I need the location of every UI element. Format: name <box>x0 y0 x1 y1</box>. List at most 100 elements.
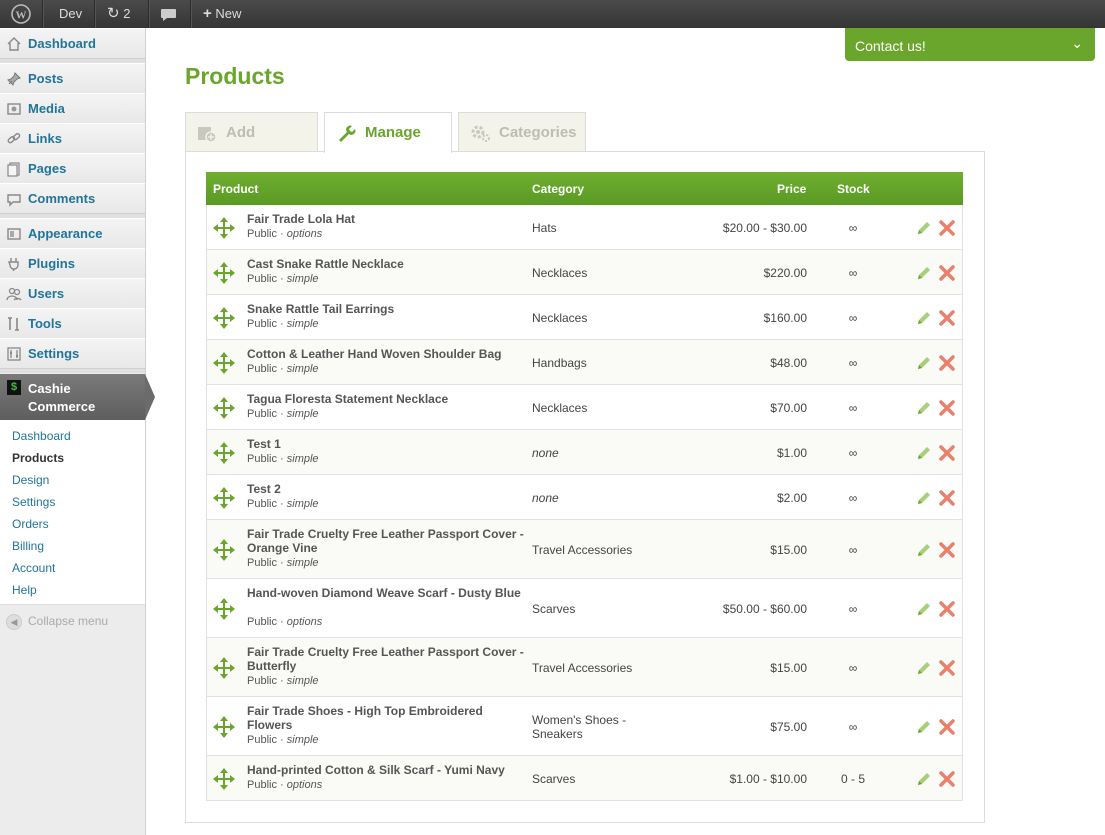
delete-x-icon[interactable] <box>938 309 956 327</box>
table-row[interactable]: Snake Rattle Tail Earrings Public · simpl… <box>206 295 963 340</box>
menu-item-links[interactable]: Links <box>0 123 145 154</box>
submenu-design[interactable]: Design <box>12 473 49 487</box>
move-arrows-icon[interactable] <box>211 485 237 511</box>
menu-item-plugins[interactable]: Plugins <box>0 248 145 279</box>
product-name[interactable]: Fair Trade Cruelty Free Leather Passport… <box>247 527 527 555</box>
collapse-menu-button[interactable]: ◀ Collapse menu <box>6 614 108 630</box>
product-type: simple <box>286 363 319 375</box>
product-name[interactable]: Cast Snake Rattle Necklace <box>247 257 527 271</box>
delete-x-icon[interactable] <box>938 354 956 372</box>
product-price: $15.00 <box>770 543 807 557</box>
move-arrows-icon[interactable] <box>211 350 237 376</box>
product-name[interactable]: Tagua Floresta Statement Necklace <box>247 392 527 406</box>
move-arrows-icon[interactable] <box>211 260 237 286</box>
product-name[interactable]: Fair Trade Lola Hat <box>247 212 527 226</box>
menu-item-pages[interactable]: Pages <box>0 153 145 184</box>
delete-x-icon[interactable] <box>938 718 956 736</box>
move-arrows-icon[interactable] <box>211 537 237 563</box>
move-arrows-icon[interactable] <box>211 655 237 681</box>
submenu-billing[interactable]: Billing <box>12 539 44 553</box>
move-arrows-icon[interactable] <box>211 215 237 241</box>
table-row[interactable]: Tagua Floresta Statement Necklace Public … <box>206 385 963 430</box>
product-price: $160.00 <box>763 311 807 325</box>
delete-x-icon[interactable] <box>938 541 956 559</box>
updates-link[interactable]: ↻ 2 <box>107 0 130 28</box>
submenu-help[interactable]: Help <box>12 583 37 597</box>
submenu-account[interactable]: Account <box>12 561 55 575</box>
pencil-edit-icon[interactable] <box>916 400 932 416</box>
move-arrows-icon[interactable] <box>211 395 237 421</box>
product-type: simple <box>286 273 319 285</box>
product-stock: ∞ <box>848 401 858 415</box>
menu-item-cashie-commerce[interactable]: $ Cashie Commerce <box>0 374 145 420</box>
product-name[interactable]: Fair Trade Shoes - High Top Embroidered … <box>247 704 527 732</box>
table-row[interactable]: Test 1 Public · simple none $1.00 ∞ <box>206 430 963 475</box>
pencil-edit-icon[interactable] <box>916 601 932 617</box>
menu-item-dashboard[interactable]: Dashboard <box>0 28 145 59</box>
product-name[interactable]: Test 2 <box>247 482 527 496</box>
pencil-edit-icon[interactable] <box>916 719 932 735</box>
chain-link-icon <box>7 133 21 144</box>
pencil-edit-icon[interactable] <box>916 355 932 371</box>
submenu-settings[interactable]: Settings <box>12 495 55 509</box>
pencil-edit-icon[interactable] <box>916 542 932 558</box>
menu-item-posts[interactable]: Posts <box>0 63 145 94</box>
move-arrows-icon[interactable] <box>211 440 237 466</box>
wordpress-logo-icon[interactable]: W <box>10 0 32 28</box>
submenu-products[interactable]: Products <box>12 451 64 465</box>
delete-x-icon[interactable] <box>938 770 956 788</box>
table-row[interactable]: Fair Trade Cruelty Free Leather Passport… <box>206 638 963 697</box>
delete-x-icon[interactable] <box>938 264 956 282</box>
table-row[interactable]: Cotton & Leather Hand Woven Shoulder Bag… <box>206 340 963 385</box>
tab-categories[interactable]: Categories <box>458 112 586 152</box>
delete-x-icon[interactable] <box>938 600 956 618</box>
pencil-edit-icon[interactable] <box>916 265 932 281</box>
delete-x-icon[interactable] <box>938 219 956 237</box>
move-arrows-icon[interactable] <box>211 305 237 331</box>
move-arrows-icon[interactable] <box>211 596 237 622</box>
delete-x-icon[interactable] <box>938 489 956 507</box>
delete-x-icon[interactable] <box>938 399 956 417</box>
pencil-edit-icon[interactable] <box>916 220 932 236</box>
pencil-edit-icon[interactable] <box>916 660 932 676</box>
menu-item-appearance[interactable]: Appearance <box>0 218 145 249</box>
contact-us-button[interactable]: Contact us! ⌄ <box>845 28 1095 61</box>
new-content-link[interactable]: + New <box>203 0 241 28</box>
menu-item-users[interactable]: Users <box>0 278 145 309</box>
product-visibility: Public <box>247 228 277 240</box>
product-name[interactable]: Test 1 <box>247 437 527 451</box>
table-row[interactable]: Fair Trade Cruelty Free Leather Passport… <box>206 520 963 579</box>
product-name[interactable]: Fair Trade Cruelty Free Leather Passport… <box>247 645 527 673</box>
tab-add[interactable]: Add <box>185 112 318 152</box>
comments-link[interactable] <box>160 0 178 28</box>
product-name[interactable]: Cotton & Leather Hand Woven Shoulder Bag <box>247 347 527 361</box>
table-row[interactable]: Fair Trade Lola Hat Public · options Hats $… <box>206 205 963 250</box>
menu-item-comments[interactable]: Comments <box>0 183 145 214</box>
move-arrows-icon[interactable] <box>211 766 237 792</box>
product-name[interactable]: Snake Rattle Tail Earrings <box>247 302 527 316</box>
delete-x-icon[interactable] <box>938 444 956 462</box>
submenu-orders[interactable]: Orders <box>12 517 49 531</box>
site-name-link[interactable]: Dev <box>59 0 82 28</box>
pushpin-icon <box>7 72 21 86</box>
move-arrows-icon[interactable] <box>211 714 237 740</box>
table-row[interactable]: Test 2 Public · simple none $2.00 ∞ <box>206 475 963 520</box>
menu-item-settings[interactable]: Settings <box>0 338 145 369</box>
submenu-dashboard[interactable]: Dashboard <box>12 429 71 443</box>
product-name[interactable]: Hand-printed Cotton & Silk Scarf - Yumi … <box>247 763 527 777</box>
menu-item-tools[interactable]: Tools <box>0 308 145 339</box>
pencil-edit-icon[interactable] <box>916 310 932 326</box>
product-name[interactable]: Hand-woven Diamond Weave Scarf - Dusty B… <box>247 586 527 600</box>
menu-item-media[interactable]: Media <box>0 93 145 124</box>
table-row[interactable]: Hand-printed Cotton & Silk Scarf - Yumi … <box>206 756 963 801</box>
delete-x-icon[interactable] <box>938 659 956 677</box>
pencil-edit-icon[interactable] <box>916 490 932 506</box>
tab-manage[interactable]: Manage <box>324 112 452 153</box>
pencil-edit-icon[interactable] <box>916 445 932 461</box>
pencil-edit-icon[interactable] <box>916 771 932 787</box>
product-category: Scarves <box>532 772 576 786</box>
products-table-header: Product Category Price Stock <box>206 172 963 205</box>
table-row[interactable]: Cast Snake Rattle Necklace Public · simpl… <box>206 250 963 295</box>
table-row[interactable]: Hand-woven Diamond Weave Scarf - Dusty B… <box>206 579 963 638</box>
table-row[interactable]: Fair Trade Shoes - High Top Embroidered … <box>206 697 963 756</box>
